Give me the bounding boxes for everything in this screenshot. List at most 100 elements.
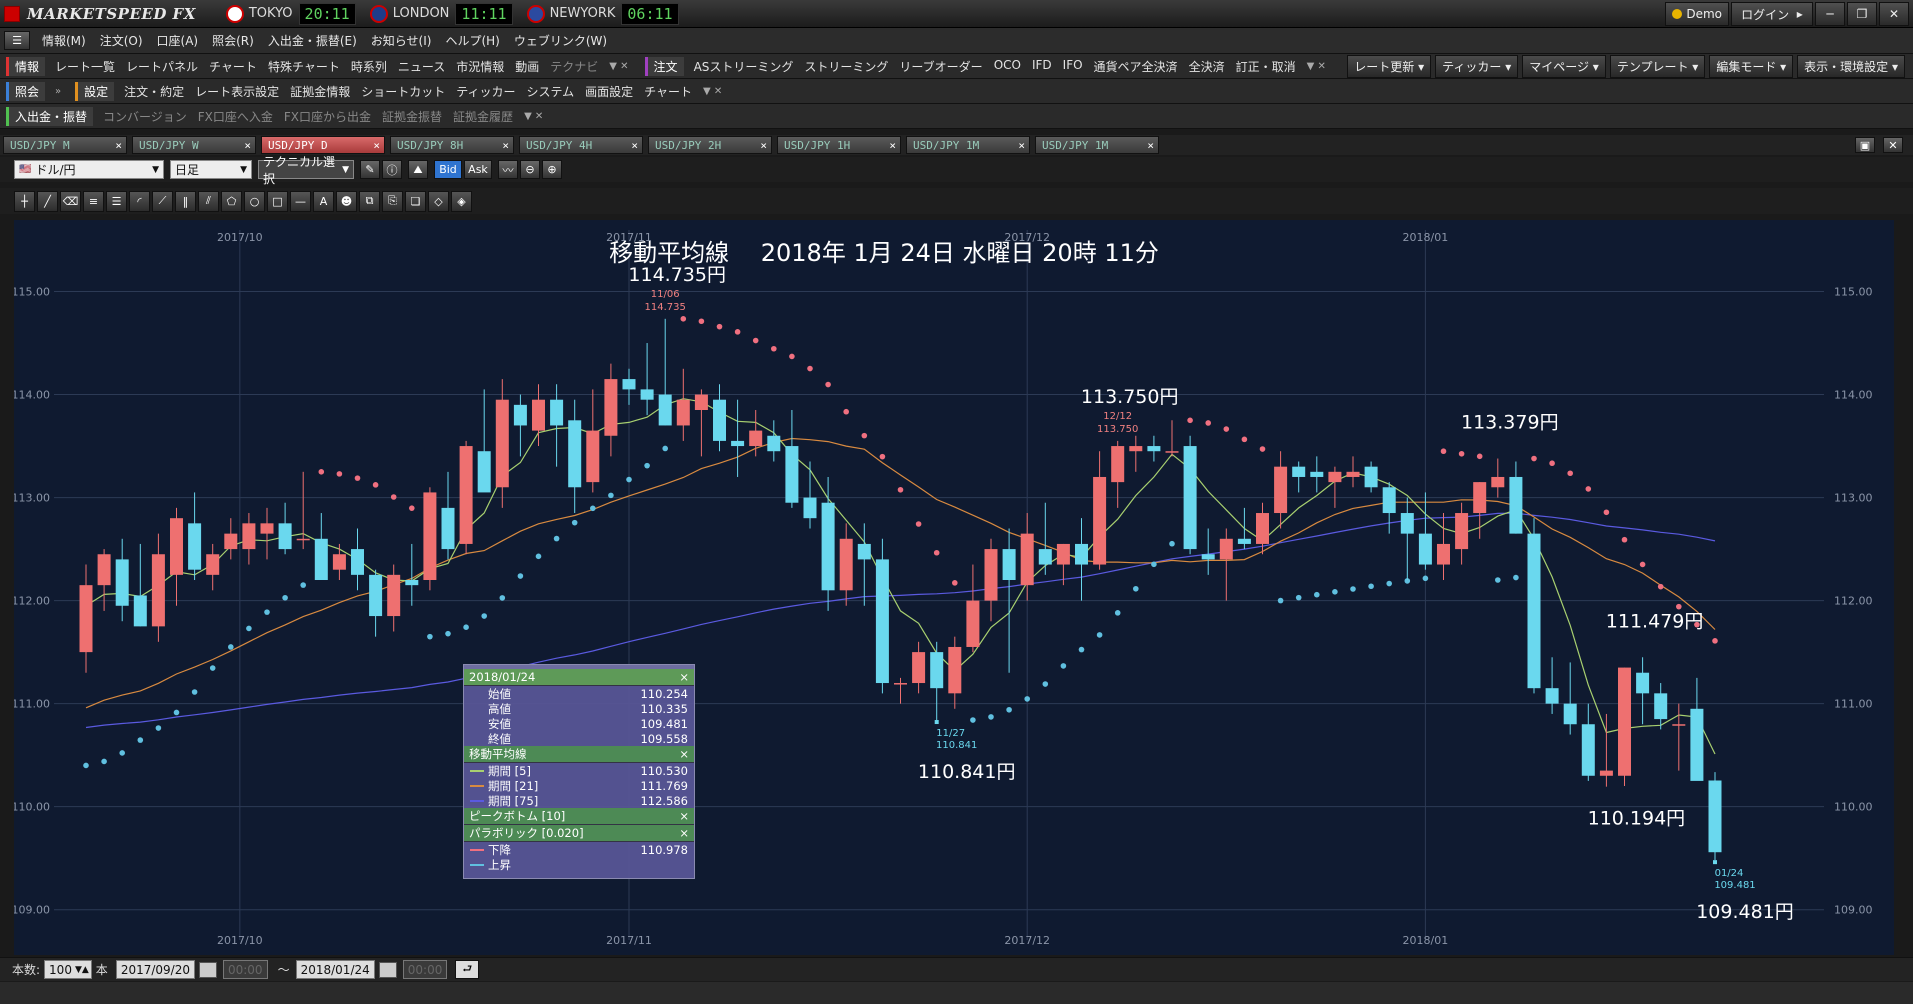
restore-icon[interactable]: ❐ — [1847, 2, 1877, 26]
toolbar-item[interactable]: チャート — [644, 83, 692, 100]
bid-toggle[interactable]: Bid — [434, 160, 462, 179]
trendline-icon[interactable]: ╱ — [37, 190, 58, 212]
pentagon-icon[interactable]: ⬠ — [221, 190, 242, 212]
fan-icon[interactable]: ⟋ — [152, 190, 173, 212]
info-icon[interactable]: ⓘ — [382, 160, 402, 179]
tab-usd-jpy-1m[interactable]: USD/JPY 1M × — [1035, 136, 1159, 154]
toolbar-item[interactable]: OCO — [994, 58, 1021, 75]
cycle-lines-icon[interactable]: ‖ — [175, 190, 196, 212]
toolbar-item[interactable]: コンバージョン — [103, 108, 187, 125]
toolbar-item[interactable]: システム — [527, 83, 575, 100]
from-date-input[interactable]: 2017/09/20 — [115, 960, 195, 979]
toolbar-item[interactable]: 全決済 — [1189, 58, 1225, 75]
ellipse-icon[interactable]: ○ — [244, 190, 265, 212]
toolbar-item[interactable]: チャート — [209, 58, 257, 75]
delete-all-icon[interactable]: ◈ — [451, 190, 472, 212]
tab-close-icon[interactable]: × — [760, 139, 767, 152]
right-tool-button[interactable]: 編集モード ▾ — [1709, 54, 1794, 78]
toolbar-item[interactable]: テクナビ — [550, 58, 598, 75]
close-icon[interactable]: ✕ — [1879, 2, 1909, 26]
toolbar-overflow-icon[interactable]: ▼ ✕ — [524, 111, 543, 122]
calendar-icon[interactable] — [378, 961, 397, 978]
copy-icon[interactable]: ⧉ — [359, 190, 380, 212]
tab-close-icon[interactable]: × — [1018, 139, 1025, 152]
toolbar-overflow-icon[interactable]: ▼ ✕ — [609, 61, 628, 72]
ask-toggle[interactable]: Ask — [464, 160, 492, 179]
menu-item[interactable]: ウェブリンク(W) — [514, 32, 607, 49]
tab-close-icon[interactable]: × — [502, 139, 509, 152]
toolbar-item[interactable]: ASストリーミング — [694, 58, 794, 75]
price-chart[interactable]: 115.00 115.00 114.00 114.00 113.00 113.00 112.… — [14, 220, 1894, 955]
toolbar-item[interactable]: 通貨ペア全決済 — [1094, 58, 1178, 75]
menu-item[interactable]: 照会(R) — [212, 32, 254, 49]
toolbar-item[interactable]: 時系列 — [351, 58, 387, 75]
toolbar-item[interactable]: ショートカット — [361, 83, 445, 100]
zoom-out-icon[interactable]: ⊖ — [520, 160, 540, 179]
count-input[interactable]: 100 ▼▲ — [44, 960, 92, 979]
calendar-icon[interactable] — [198, 961, 217, 978]
data-window[interactable]: 2018/01/24 × 始値 110.254 高値 110.335 安値 109.481 終… — [463, 664, 695, 879]
toolbar-overflow-icon[interactable]: ▼ ✕ — [1307, 61, 1326, 72]
toolbar-item[interactable]: ティッカー — [456, 83, 515, 100]
toolbar-item[interactable]: IFO — [1063, 58, 1083, 75]
tab-close-icon[interactable]: × — [631, 139, 638, 152]
popup-close-icon[interactable]: × — [679, 826, 689, 840]
duplicate-icon[interactable]: ❏ — [405, 190, 426, 212]
toolbar-overflow-icon[interactable]: » — [55, 86, 61, 97]
menu-item[interactable]: 注文(O) — [100, 32, 143, 49]
menu-item[interactable]: お知らせ(I) — [371, 32, 432, 49]
technical-select[interactable]: テクニカル選択 ▼ — [258, 155, 354, 186]
tab-close-icon[interactable]: × — [115, 139, 122, 152]
toolbar-item[interactable]: リーブオーダー — [899, 58, 982, 75]
text-icon[interactable]: A — [313, 190, 334, 212]
eraser-icon[interactable]: ⌫ — [60, 190, 81, 212]
menu-item[interactable]: 情報(M) — [42, 32, 86, 49]
right-tool-button[interactable]: テンプレート ▾ — [1609, 54, 1706, 78]
area-chart-icon[interactable]: ⛰ — [408, 160, 428, 179]
login-button[interactable]: ログイン ▸ — [1731, 2, 1813, 26]
horizontal-line-icon[interactable]: — — [290, 190, 311, 212]
toolbar-overflow-icon[interactable]: ▼ ✕ — [703, 86, 722, 97]
apply-range-icon[interactable]: ⮐ — [455, 960, 480, 979]
tab-usd-jpy-1h[interactable]: USD/JPY 1H × — [777, 136, 901, 154]
tab-usd-jpy-d[interactable]: USD/JPY D × — [261, 136, 385, 154]
toolbar-item[interactable]: FX口座へ入金 — [198, 108, 273, 125]
minimize-icon[interactable]: ─ — [1815, 2, 1845, 26]
to-date-input[interactable]: 2018/01/24 — [295, 960, 375, 979]
from-time-input[interactable]: 00:00 — [222, 960, 268, 979]
tab-usd-jpy-1m[interactable]: USD/JPY 1M × — [906, 136, 1030, 154]
maximize-chart-icon[interactable]: ▣ — [1855, 137, 1875, 153]
tab-close-icon[interactable]: × — [1147, 139, 1154, 152]
tab-close-icon[interactable]: × — [373, 139, 380, 152]
paste-icon[interactable]: ⎘ — [382, 190, 403, 212]
toolbar-item[interactable]: 特殊チャート — [268, 58, 340, 75]
right-tool-button[interactable]: マイページ ▾ — [1522, 54, 1606, 78]
tab-usd-jpy-2h[interactable]: USD/JPY 2H × — [648, 136, 772, 154]
popup-close-icon[interactable]: × — [679, 670, 689, 684]
toolbar-item[interactable]: 市況情報 — [456, 58, 504, 75]
right-tool-button[interactable]: ティッカー ▾ — [1435, 54, 1519, 78]
right-tool-button[interactable]: 表示・環境設定 ▾ — [1797, 54, 1905, 78]
to-time-input[interactable]: 00:00 — [402, 960, 448, 979]
rectangle-icon[interactable]: □ — [267, 190, 288, 212]
gann-icon[interactable]: ⫽ — [198, 190, 219, 212]
crosshair-icon[interactable]: ┼ — [14, 190, 35, 212]
toolbar-item[interactable]: 画面設定 — [585, 83, 633, 100]
right-tool-button[interactable]: レート更新 ▾ — [1347, 54, 1432, 78]
toolbar-item[interactable]: 注文・約定 — [124, 83, 184, 100]
trend-icon[interactable]: 〰 — [498, 160, 518, 179]
toolbar-item[interactable]: 証拠金振替 — [382, 108, 442, 125]
fib-arc-icon[interactable]: ◜ — [129, 190, 150, 212]
tab-close-icon[interactable]: × — [889, 139, 896, 152]
toolbar-item[interactable]: レートパネル — [126, 58, 198, 75]
menu-toggle-icon[interactable]: ☰ — [4, 31, 30, 50]
popup-close-icon[interactable]: × — [679, 747, 689, 761]
tab-usd-jpy-m[interactable]: USD/JPY M × — [3, 136, 127, 154]
period-select[interactable]: 日足 ▼ — [170, 160, 252, 179]
tab-usd-jpy-4h[interactable]: USD/JPY 4H × — [519, 136, 643, 154]
toolbar-item[interactable]: 動画 — [515, 58, 539, 75]
toolbar-item[interactable]: FX口座から出金 — [284, 108, 371, 125]
toolbar-item[interactable]: レート表示設定 — [195, 83, 279, 100]
tab-usd-jpy-8h[interactable]: USD/JPY 8H × — [390, 136, 514, 154]
menu-item[interactable]: ヘルプ(H) — [445, 32, 499, 49]
